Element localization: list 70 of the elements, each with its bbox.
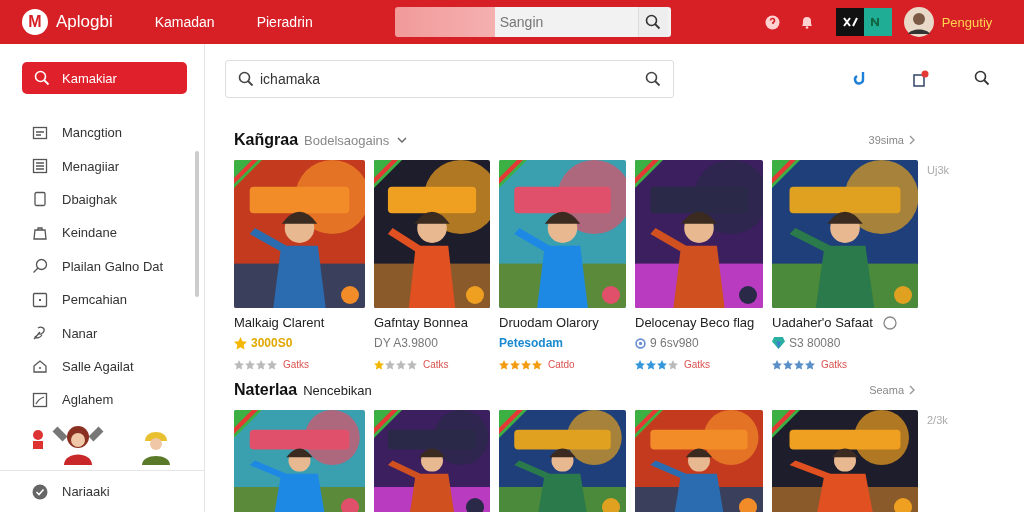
section-title: Kañgraa bbox=[234, 131, 299, 149]
search-icon bbox=[645, 14, 662, 30]
see-more-link[interactable]: 39sima bbox=[868, 134, 916, 146]
game-title[interactable]: Druodam Olarory bbox=[499, 315, 599, 330]
search-icon bbox=[974, 70, 990, 86]
check-icon bbox=[32, 483, 48, 500]
search-input[interactable]: Sangin bbox=[497, 13, 638, 31]
sidebar-item[interactable]: Aglahem bbox=[0, 383, 204, 417]
bag-icon bbox=[32, 224, 48, 241]
search-icon bbox=[34, 70, 50, 86]
chart-icon bbox=[32, 391, 48, 408]
house-icon bbox=[32, 358, 48, 375]
card-icon bbox=[32, 124, 48, 141]
footer-link[interactable]: Nariaaki bbox=[0, 470, 204, 512]
game-title[interactable]: Malkaig Clarent bbox=[234, 315, 325, 330]
search-icon bbox=[238, 71, 254, 87]
gem-icon bbox=[772, 337, 785, 349]
logo[interactable]: M bbox=[22, 9, 48, 35]
game-tag: Gatks bbox=[821, 359, 848, 370]
game-tag: Catdo bbox=[548, 359, 575, 370]
caret-icon[interactable] bbox=[397, 137, 408, 143]
nav-link[interactable]: Kamadan bbox=[154, 14, 215, 30]
game-title[interactable]: Gafntay Bonnea bbox=[374, 315, 468, 330]
help-button[interactable] bbox=[764, 14, 780, 30]
user-name[interactable]: Pengutiy bbox=[941, 14, 993, 30]
count-label: 2/3k bbox=[927, 414, 948, 426]
section-subtitle[interactable]: Bodelsaogains bbox=[304, 132, 390, 148]
game-tag: Gatks bbox=[684, 359, 711, 370]
game-price: 3000S0 bbox=[251, 336, 293, 350]
search-button[interactable]: Kamakiar bbox=[22, 62, 187, 94]
game-price: S3 80080 bbox=[789, 336, 841, 350]
sidebar-item[interactable]: Menagiiar bbox=[0, 149, 204, 183]
chevron-icon bbox=[908, 385, 916, 395]
search-icon bbox=[32, 258, 48, 275]
sidebar-item[interactable]: Pemcahian bbox=[0, 282, 204, 317]
star-icon bbox=[234, 336, 247, 350]
see-more-link[interactable]: Seama bbox=[869, 384, 916, 396]
sidebar-item[interactable]: Dbaighak bbox=[0, 182, 204, 217]
sidebar-item[interactable]: Keindane bbox=[0, 216, 204, 250]
sidebar-item[interactable]: Plailan Galno Dat bbox=[0, 249, 204, 283]
game-title[interactable]: Uadaher'o Safaat bbox=[772, 315, 873, 330]
clipboard-icon bbox=[32, 191, 48, 208]
game-tag: Gatks bbox=[283, 359, 310, 370]
coin-icon bbox=[635, 337, 646, 349]
section-subtitle: Nencebikan bbox=[303, 382, 372, 398]
sidebar-item[interactable]: Nanar bbox=[0, 316, 204, 350]
chevron-icon bbox=[908, 135, 916, 145]
square-icon bbox=[32, 291, 48, 308]
sidebar-item[interactable]: Salle Agailat bbox=[0, 349, 204, 384]
game-price: DY A3.9800 bbox=[374, 336, 438, 350]
nav-link[interactable]: Pieradrin bbox=[256, 14, 313, 30]
scrollbar[interactable] bbox=[195, 151, 199, 297]
search-field[interactable]: ichamaka bbox=[225, 60, 674, 98]
search-field[interactable]: Sangin bbox=[394, 7, 671, 37]
notification-button[interactable] bbox=[912, 70, 930, 88]
list-icon bbox=[32, 158, 48, 175]
count-label: Uj3k bbox=[927, 164, 949, 176]
section-title: Naterlaa bbox=[234, 381, 298, 399]
brand-name: Aplogbi bbox=[56, 12, 113, 32]
sidebar-item[interactable]: Mancgtion bbox=[0, 116, 204, 150]
game-price: 9 6sv980 bbox=[650, 336, 699, 350]
game-tag: Catks bbox=[423, 359, 449, 370]
publisher-link[interactable]: Petesodam bbox=[499, 336, 564, 350]
avatar[interactable] bbox=[903, 7, 934, 37]
search-button[interactable] bbox=[974, 70, 990, 88]
game-title[interactable]: Delocenay Beco flag bbox=[635, 315, 755, 330]
bell-button[interactable] bbox=[799, 15, 814, 29]
search-icon bbox=[645, 71, 661, 87]
app-tile-icon[interactable] bbox=[835, 8, 892, 36]
search-button[interactable] bbox=[637, 7, 668, 37]
